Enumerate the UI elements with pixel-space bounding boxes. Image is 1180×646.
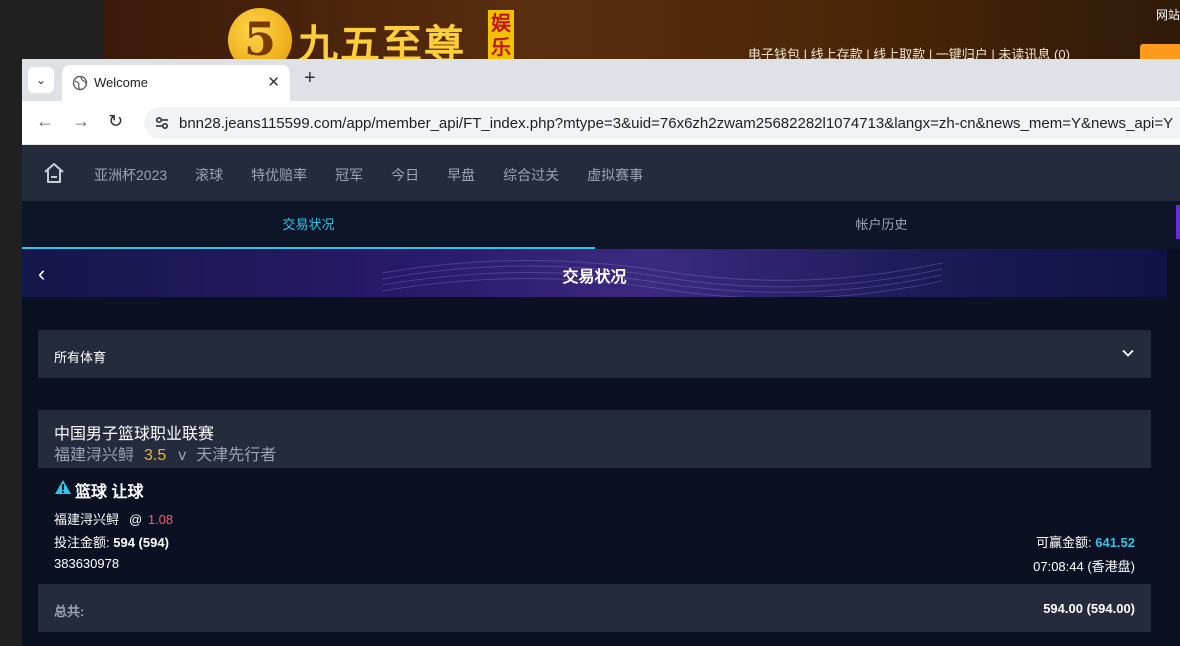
win-label: 可赢金额: xyxy=(1035,535,1092,550)
bet-card-header: 中国男子篮球职业联赛 福建浔兴鲟 3.5 v 天津先行者 xyxy=(38,410,1151,468)
globe-icon xyxy=(72,75,88,91)
home-icon[interactable] xyxy=(42,161,66,185)
nav-item-early[interactable]: 早盘 xyxy=(447,165,475,185)
match-line: 福建浔兴鲟 3.5 v 天津先行者 xyxy=(54,441,276,465)
bet-card: 中国男子篮球职业联赛 福建浔兴鲟 3.5 v 天津先行者 篮球 让球 福建浔兴鲟 @ 1… xyxy=(38,410,1151,632)
tab-title: Welcome xyxy=(94,75,148,90)
forward-arrow-icon[interactable]: → xyxy=(72,111,90,132)
bet-card-body: 篮球 让球 福建浔兴鲟 @ 1.08 投注金额: 594 (594) 383630… xyxy=(38,468,1151,584)
ticket-id: 383630978 xyxy=(54,556,120,571)
nav-item-special-odds[interactable]: 特优赔率 xyxy=(251,165,307,185)
side-accent-strip xyxy=(1176,205,1180,239)
nav-item-outright[interactable]: 冠军 xyxy=(335,165,363,185)
page-banner: ‹ 交易状况 xyxy=(22,249,1167,297)
tab-transaction-status[interactable]: 交易状况 xyxy=(22,201,595,249)
at-sign: @ xyxy=(129,512,143,527)
nav-item-in-play[interactable]: 滚球 xyxy=(195,165,223,185)
nav-item-virtual[interactable]: 虚拟赛事 xyxy=(587,165,643,185)
nav-items: 亚洲杯2023 滚球 特优赔率 冠军 今日 早盘 综合过关 虚拟赛事 xyxy=(94,165,671,185)
stake-value: 594 (594) xyxy=(113,535,169,550)
site-corner-text: 网站 xyxy=(1155,8,1180,22)
web-page: 亚洲杯2023 滚球 特优赔率 冠军 今日 早盘 综合过关 虚拟赛事 交易状况 … xyxy=(22,145,1180,646)
chevron-down-icon xyxy=(1122,349,1134,357)
nav-item-asian-cup[interactable]: 亚洲杯2023 xyxy=(94,165,167,185)
home-team: 福建浔兴鲟 xyxy=(54,447,135,464)
url-text: bnn28.jeans115599.com/app/member_api/FT_… xyxy=(179,115,1174,132)
versus-label: v xyxy=(178,447,187,464)
tab-account-history[interactable]: 帐户历史 xyxy=(595,201,1168,249)
sub-tabs: 交易状况 帐户历史 xyxy=(22,201,1180,249)
warning-icon xyxy=(55,480,71,494)
total-row: 总共: 594.00 (594.00) xyxy=(38,584,1151,632)
browser-toolbar: ← → ↻ bnn28.jeans115599.com/app/member_a… xyxy=(22,101,1180,145)
odds-value: 1.08 xyxy=(147,512,174,527)
tab-strip: ⌄ Welcome ✕ + xyxy=(22,59,1180,101)
bet-time: 07:08:44 (香港盘) xyxy=(1033,559,1135,574)
tab-search-button[interactable]: ⌄ xyxy=(28,67,54,93)
site-logo-badge: 娱乐 xyxy=(488,10,514,60)
address-bar[interactable]: bnn28.jeans115599.com/app/member_api/FT_… xyxy=(144,107,1180,139)
browser-window: ⌄ Welcome ✕ + ← → ↻ bnn28.jeans115599.co… xyxy=(22,59,1180,646)
total-value: 594.00 (594.00) xyxy=(1043,601,1135,616)
sport-filter-value: 所有体育 xyxy=(54,350,107,365)
back-arrow-icon[interactable]: ← xyxy=(36,111,54,132)
browser-tab-welcome[interactable]: Welcome ✕ xyxy=(62,65,290,101)
site-orange-button[interactable] xyxy=(1140,44,1180,60)
win-value: 641.52 xyxy=(1095,535,1135,550)
stake-label: 投注金额: xyxy=(54,535,110,550)
total-label: 总共: xyxy=(54,604,85,619)
bet-type: 篮球 让球 xyxy=(75,484,144,501)
sport-filter-dropdown[interactable]: 所有体育 xyxy=(38,330,1151,378)
new-tab-button[interactable]: + xyxy=(304,67,316,90)
pick-team: 福建浔兴鲟 xyxy=(54,512,120,527)
away-team: 天津先行者 xyxy=(196,447,277,464)
close-icon[interactable]: ✕ xyxy=(267,73,280,91)
handicap-value: 3.5 xyxy=(144,447,167,464)
bet-pick: 福建浔兴鲟 @ 1.08 xyxy=(54,509,173,528)
chevron-down-icon: ⌄ xyxy=(35,73,47,87)
stake-line: 投注金额: 594 (594) xyxy=(54,532,169,551)
reload-icon[interactable]: ↻ xyxy=(108,111,123,132)
page-title: 交易状况 xyxy=(562,269,627,286)
nav-item-today[interactable]: 今日 xyxy=(391,165,419,185)
top-nav: 亚洲杯2023 滚球 特优赔率 冠军 今日 早盘 综合过关 虚拟赛事 xyxy=(22,145,1180,201)
win-line: 可赢金额: 641.52 xyxy=(1036,532,1135,551)
nav-item-parlay[interactable]: 综合过关 xyxy=(503,165,559,185)
site-settings-icon[interactable] xyxy=(152,113,172,133)
